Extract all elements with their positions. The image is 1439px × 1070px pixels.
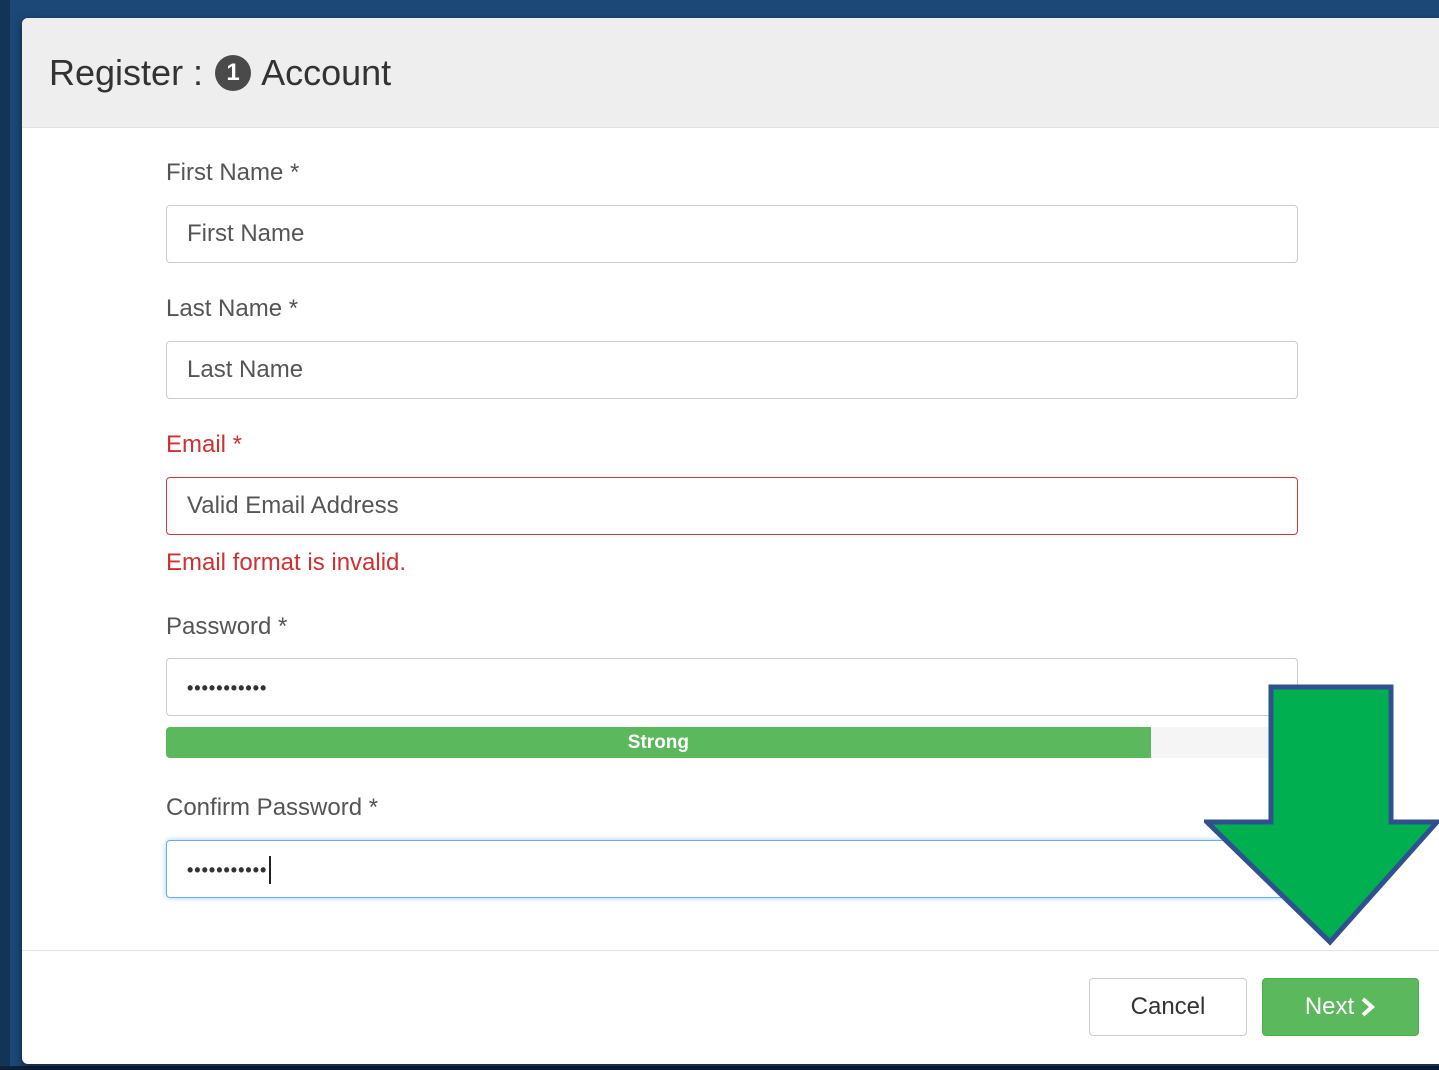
chevron-right-icon <box>1360 997 1376 1017</box>
text-cursor <box>269 855 272 884</box>
backdrop-left-edge <box>0 0 10 1070</box>
modal-title: Register : 1 Account <box>49 51 391 95</box>
password-value: ••••••••••• <box>187 678 268 698</box>
down-arrow-icon <box>1204 684 1439 946</box>
confirm-password-field[interactable]: ••••••••••• <box>166 840 1298 898</box>
footer-divider <box>22 950 1439 951</box>
password-label: Password * <box>166 613 288 640</box>
password-strength-meter: Strong <box>166 727 1298 758</box>
cancel-button[interactable]: Cancel <box>1089 978 1247 1036</box>
email-placeholder: Valid Email Address <box>187 492 399 519</box>
email-error-message: Email format is invalid. <box>166 549 407 576</box>
password-field[interactable]: ••••••••••• <box>166 658 1298 716</box>
confirm-password-value: ••••••••••• <box>187 860 268 880</box>
step-badge: 1 <box>215 55 252 91</box>
first-name-field[interactable]: First Name <box>166 205 1298 263</box>
next-button-label: Next <box>1304 993 1355 1020</box>
modal-title-prefix: Register : <box>49 52 204 93</box>
last-name-field[interactable]: Last Name <box>166 341 1298 399</box>
email-label: Email * <box>166 431 243 458</box>
first-name-label: First Name * <box>166 159 300 186</box>
password-strength-bar: Strong <box>166 727 1151 758</box>
password-strength-label: Strong <box>627 732 690 753</box>
cancel-button-label: Cancel <box>1130 993 1206 1020</box>
modal-header: Register : 1 Account <box>22 18 1439 128</box>
email-field[interactable]: Valid Email Address <box>166 477 1298 535</box>
next-button[interactable]: Next <box>1262 978 1419 1036</box>
modal-title-step: Account <box>261 52 392 93</box>
last-name-placeholder: Last Name <box>187 356 304 383</box>
backdrop-bottom-edge <box>0 1066 1439 1070</box>
first-name-placeholder: First Name <box>187 220 305 247</box>
last-name-label: Last Name * <box>166 295 299 322</box>
confirm-password-label: Confirm Password * <box>166 794 379 821</box>
